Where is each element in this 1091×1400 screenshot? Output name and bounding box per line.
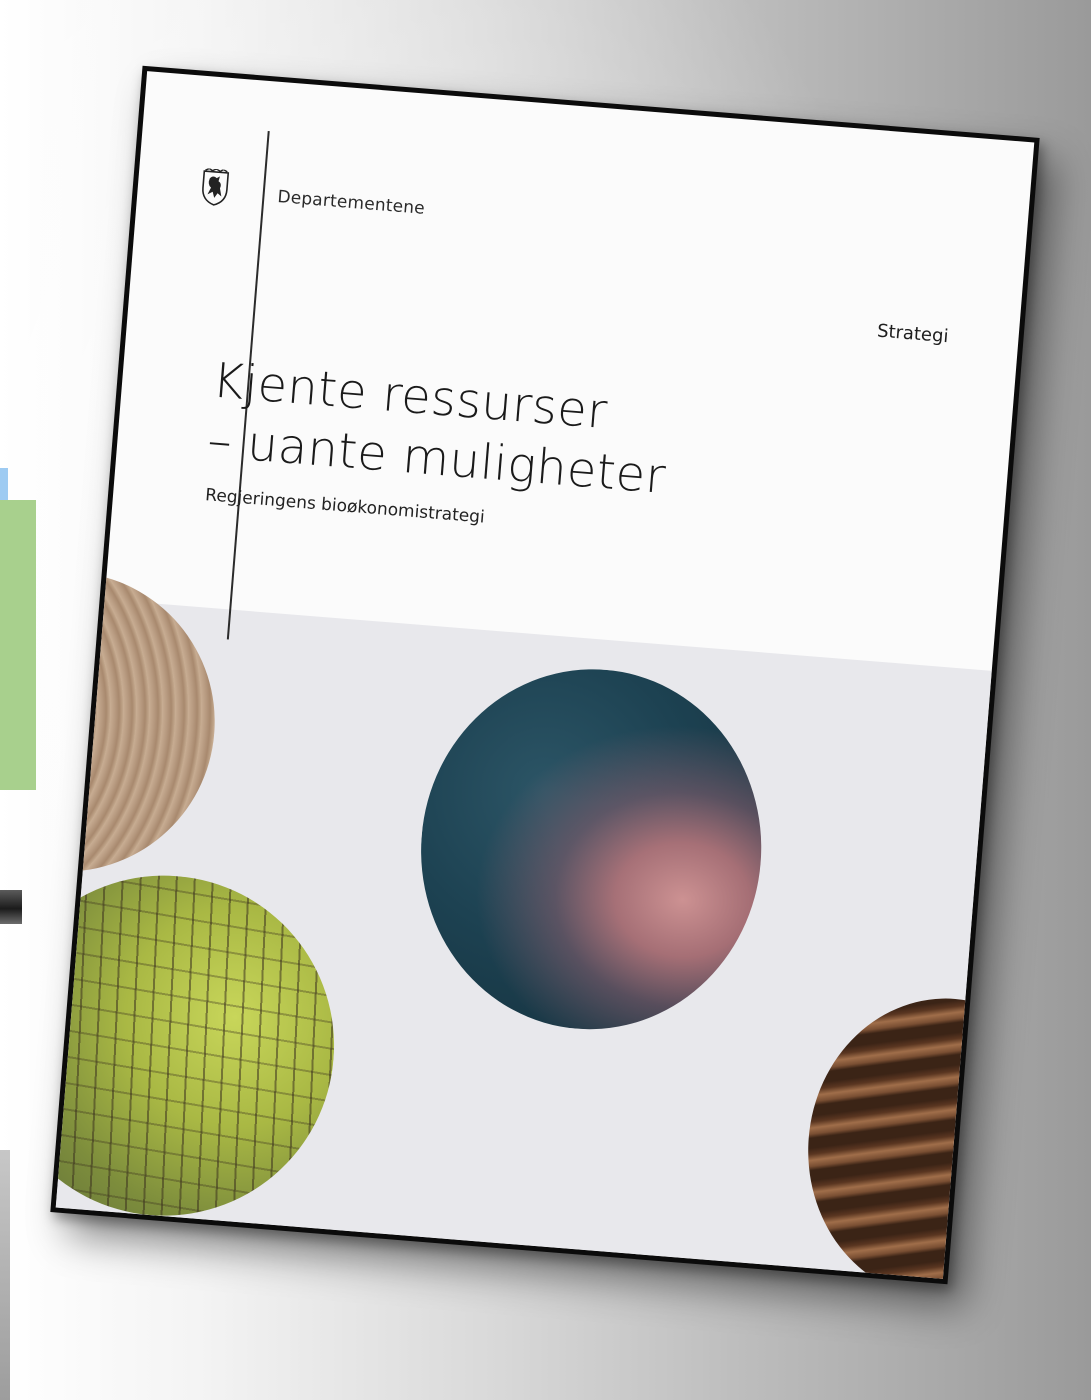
document-type-label: Strategi xyxy=(876,320,950,348)
background-green-panel xyxy=(0,500,36,790)
department-label: Departementene xyxy=(276,187,426,219)
background-dark-bar xyxy=(0,890,22,924)
strategy-document-cover: Departementene Strategi Kjente ressurser… xyxy=(50,65,1040,1285)
coat-of-arms-icon xyxy=(202,167,230,206)
background-blue-scrap xyxy=(0,468,8,500)
document-subtitle: Regjeringens bioøkonomistrategi xyxy=(204,485,486,528)
background-gray-strip xyxy=(0,1150,10,1400)
cover-page: Departementene Strategi Kjente ressurser… xyxy=(55,71,1035,1279)
